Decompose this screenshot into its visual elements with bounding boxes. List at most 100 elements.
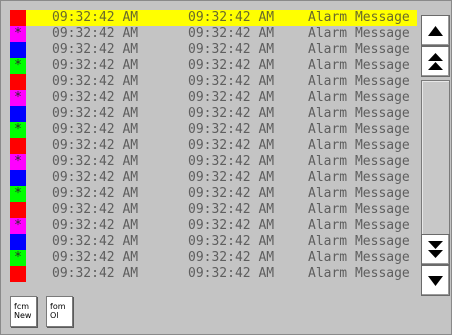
alarm-time-out: 09:32:42 AM <box>188 122 275 137</box>
alarm-priority-swatch <box>10 10 26 26</box>
alarm-time-in: 09:32:42 AM <box>52 186 139 201</box>
unacknowledged-star-icon: * <box>14 154 22 169</box>
alarm-message: Alarm Message <box>308 74 410 89</box>
triangle-up-icon <box>428 26 443 36</box>
alarm-priority-swatch <box>10 202 26 218</box>
unacknowledged-star-icon: * <box>14 122 22 137</box>
alarm-priority-swatch: * <box>10 186 26 202</box>
unacknowledged-star-icon: * <box>14 186 22 201</box>
alarm-time-in: 09:32:42 AM <box>52 90 139 105</box>
alarm-message: Alarm Message <box>308 218 410 233</box>
alarm-message: Alarm Message <box>308 106 410 121</box>
alarm-message: Alarm Message <box>308 154 410 169</box>
alarm-row[interactable]: * 09:32:42 AM 09:32:42 AM Alarm Message <box>10 26 417 42</box>
alarm-message: Alarm Message <box>308 266 410 281</box>
alarm-message: Alarm Message <box>308 138 410 153</box>
alarm-time-in: 09:32:42 AM <box>52 122 139 137</box>
alarm-row[interactable]: * 09:32:42 AM 09:32:42 AM Alarm Message <box>10 90 417 106</box>
alarm-row[interactable]: * 09:32:42 AM 09:32:42 AM Alarm Message <box>10 58 417 74</box>
alarm-message: Alarm Message <box>308 90 410 105</box>
alarm-viewer-panel: 09:32:42 AM 09:32:42 AM Alarm Message * 09:3… <box>0 0 452 335</box>
alarm-row[interactable]: * 09:32:42 AM 09:32:42 AM Alarm Message <box>10 154 417 170</box>
scroll-down-button[interactable] <box>421 265 450 296</box>
alarm-time-out: 09:32:42 AM <box>188 42 275 57</box>
alarm-message: Alarm Message <box>308 26 410 41</box>
alarm-time-in: 09:32:42 AM <box>52 250 139 265</box>
alarm-message: Alarm Message <box>308 58 410 73</box>
scroll-track[interactable] <box>421 80 450 242</box>
alarm-time-out: 09:32:42 AM <box>188 26 275 41</box>
alarm-time-in: 09:32:42 AM <box>52 74 139 89</box>
first-old-label-line1: fom <box>50 302 66 311</box>
unacknowledged-star-icon: * <box>14 218 22 233</box>
alarm-row[interactable]: 09:32:42 AM 09:32:42 AM Alarm Message <box>10 138 417 154</box>
alarm-priority-swatch: * <box>10 58 26 74</box>
alarm-time-in: 09:32:42 AM <box>52 218 139 233</box>
alarm-row[interactable]: 09:32:42 AM 09:32:42 AM Alarm Message <box>10 10 417 26</box>
alarm-row[interactable]: 09:32:42 AM 09:32:42 AM Alarm Message <box>10 234 417 250</box>
first-old-button[interactable]: fom Ol <box>46 296 73 327</box>
alarm-time-in: 09:32:42 AM <box>52 154 139 169</box>
alarm-time-in: 09:32:42 AM <box>52 170 139 185</box>
alarm-priority-swatch <box>10 106 26 122</box>
alarm-row[interactable]: * 09:32:42 AM 09:32:42 AM Alarm Message <box>10 122 417 138</box>
alarm-priority-swatch <box>10 42 26 58</box>
alarm-message: Alarm Message <box>308 42 410 57</box>
alarm-list[interactable]: 09:32:42 AM 09:32:42 AM Alarm Message * 09:3… <box>10 10 417 282</box>
alarm-time-out: 09:32:42 AM <box>188 154 275 169</box>
alarm-priority-swatch: * <box>10 90 26 106</box>
unacknowledged-star-icon: * <box>14 90 22 105</box>
alarm-priority-swatch: * <box>10 218 26 234</box>
alarm-time-out: 09:32:42 AM <box>188 202 275 217</box>
alarm-priority-swatch: * <box>10 122 26 138</box>
alarm-time-in: 09:32:42 AM <box>52 58 139 73</box>
alarm-time-out: 09:32:42 AM <box>188 10 275 25</box>
triangle-down-icon <box>428 276 443 286</box>
alarm-time-out: 09:32:42 AM <box>188 74 275 89</box>
alarm-time-in: 09:32:42 AM <box>52 202 139 217</box>
alarm-time-out: 09:32:42 AM <box>188 90 275 105</box>
alarm-message: Alarm Message <box>308 122 410 137</box>
alarm-row[interactable]: 09:32:42 AM 09:32:42 AM Alarm Message <box>10 170 417 186</box>
alarm-time-in: 09:32:42 AM <box>52 266 139 281</box>
alarm-message: Alarm Message <box>308 234 410 249</box>
alarm-row[interactable]: 09:32:42 AM 09:32:42 AM Alarm Message <box>10 74 417 90</box>
alarm-row[interactable]: 09:32:42 AM 09:32:42 AM Alarm Message <box>10 202 417 218</box>
first-new-label-line1: fcm <box>14 302 30 311</box>
alarm-time-in: 09:32:42 AM <box>52 106 139 121</box>
first-new-label-line2: New <box>14 311 32 320</box>
alarm-row[interactable]: * 09:32:42 AM 09:32:42 AM Alarm Message <box>10 186 417 202</box>
alarm-priority-swatch <box>10 234 26 250</box>
unacknowledged-star-icon: * <box>14 58 22 73</box>
alarm-row[interactable]: 09:32:42 AM 09:32:42 AM Alarm Message <box>10 266 417 282</box>
alarm-time-in: 09:32:42 AM <box>52 10 139 25</box>
alarm-priority-swatch <box>10 266 26 282</box>
alarm-priority-swatch: * <box>10 26 26 42</box>
first-old-label-line2: Ol <box>50 311 59 320</box>
page-up-button[interactable] <box>421 46 450 77</box>
page-down-button[interactable] <box>421 234 450 265</box>
alarm-row[interactable]: 09:32:42 AM 09:32:42 AM Alarm Message <box>10 42 417 58</box>
alarm-row[interactable]: * 09:32:42 AM 09:32:42 AM Alarm Message <box>10 250 417 266</box>
alarm-priority-swatch <box>10 138 26 154</box>
alarm-time-out: 09:32:42 AM <box>188 218 275 233</box>
scroll-up-button[interactable] <box>421 15 450 46</box>
alarm-time-in: 09:32:42 AM <box>52 234 139 249</box>
alarm-priority-swatch <box>10 74 26 90</box>
alarm-time-out: 09:32:42 AM <box>188 186 275 201</box>
alarm-time-out: 09:32:42 AM <box>188 170 275 185</box>
scrollbar[interactable] <box>421 10 450 296</box>
alarm-priority-swatch <box>10 170 26 186</box>
alarm-priority-swatch: * <box>10 154 26 170</box>
alarm-time-in: 09:32:42 AM <box>52 42 139 57</box>
double-triangle-up-icon <box>428 53 443 70</box>
alarm-time-out: 09:32:42 AM <box>188 250 275 265</box>
alarm-time-in: 09:32:42 AM <box>52 26 139 41</box>
alarm-row[interactable]: * 09:32:42 AM 09:32:42 AM Alarm Message <box>10 218 417 234</box>
alarm-message: Alarm Message <box>308 250 410 265</box>
alarm-row[interactable]: 09:32:42 AM 09:32:42 AM Alarm Message <box>10 106 417 122</box>
alarm-message: Alarm Message <box>308 186 410 201</box>
first-new-button[interactable]: fcm New <box>10 296 37 327</box>
alarm-time-out: 09:32:42 AM <box>188 106 275 121</box>
unacknowledged-star-icon: * <box>14 26 22 41</box>
